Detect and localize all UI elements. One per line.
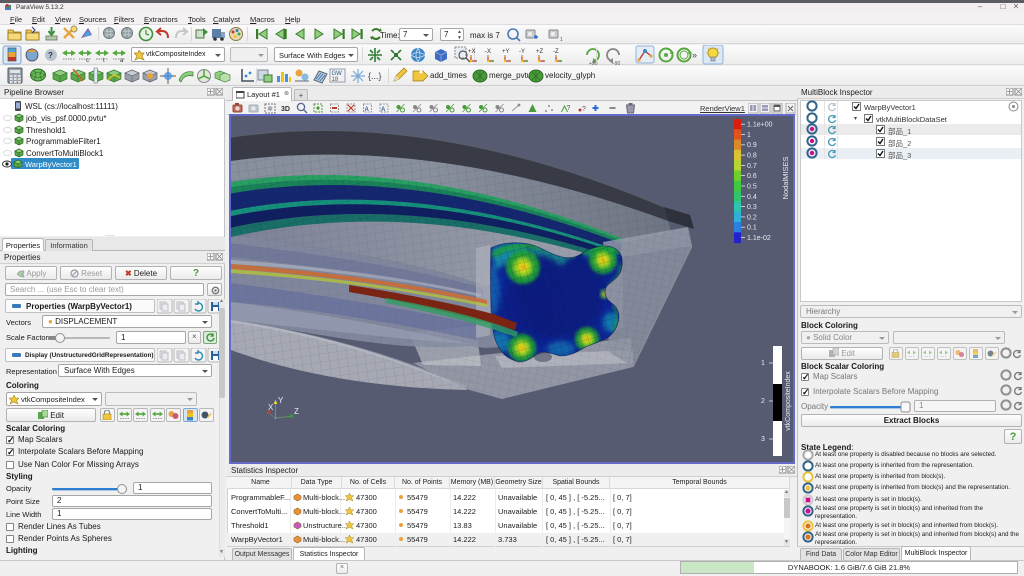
svg-text:-90: -90 <box>613 61 620 65</box>
svg-text:-Y: -Y <box>519 49 525 55</box>
svg-text:-X: -X <box>485 49 491 55</box>
svg-text:»: » <box>692 50 697 60</box>
svg-text:X: X <box>268 403 274 412</box>
svg-text:0.4: 0.4 <box>747 194 757 201</box>
svg-text:?: ? <box>48 51 53 60</box>
svg-text:1.1e-02: 1.1e-02 <box>747 235 771 242</box>
svg-text:vtkCompositeIndex: vtkCompositeIndex <box>785 371 792 431</box>
svg-text:c: c <box>86 58 89 64</box>
svg-text:Y: Y <box>278 396 284 405</box>
svg-text:merge_pvtu: merge_pvtu <box>489 71 531 80</box>
svg-text:0.8: 0.8 <box>747 153 757 160</box>
svg-text:NodalMISES: NodalMISES <box>781 157 790 200</box>
svg-text:1: 1 <box>747 132 751 139</box>
svg-text:18: 18 <box>332 77 339 83</box>
svg-text:+X: +X <box>468 49 476 55</box>
svg-text:velocity_glyph: velocity_glyph <box>545 71 595 80</box>
svg-text:2: 2 <box>761 398 765 405</box>
svg-text:A: A <box>381 107 386 113</box>
svg-text:0.6: 0.6 <box>747 173 757 180</box>
svg-text:{...}: {...} <box>368 71 382 81</box>
svg-text:-Z: -Z <box>553 49 559 55</box>
svg-text:+Y: +Y <box>502 49 510 55</box>
svg-text:3D: 3D <box>281 106 290 113</box>
svg-text:?: ? <box>582 106 586 113</box>
svg-text:+Z: +Z <box>536 49 544 55</box>
svg-text:add_times: add_times <box>430 71 467 80</box>
svg-text:Z: Z <box>294 407 299 416</box>
svg-text:3: 3 <box>761 436 765 443</box>
svg-text:?: ? <box>567 105 571 112</box>
svg-text:1.1e+00: 1.1e+00 <box>747 122 773 129</box>
svg-text:0.7: 0.7 <box>747 163 757 170</box>
svg-text:1: 1 <box>560 37 563 43</box>
svg-text:1: 1 <box>761 360 765 367</box>
svg-text:0.2: 0.2 <box>747 214 757 221</box>
svg-text:0.1: 0.1 <box>747 225 757 232</box>
svg-text:0.3: 0.3 <box>747 204 757 211</box>
svg-text:0.9: 0.9 <box>747 142 757 149</box>
svg-text:A: A <box>365 107 370 113</box>
svg-text:0.5: 0.5 <box>747 184 757 191</box>
